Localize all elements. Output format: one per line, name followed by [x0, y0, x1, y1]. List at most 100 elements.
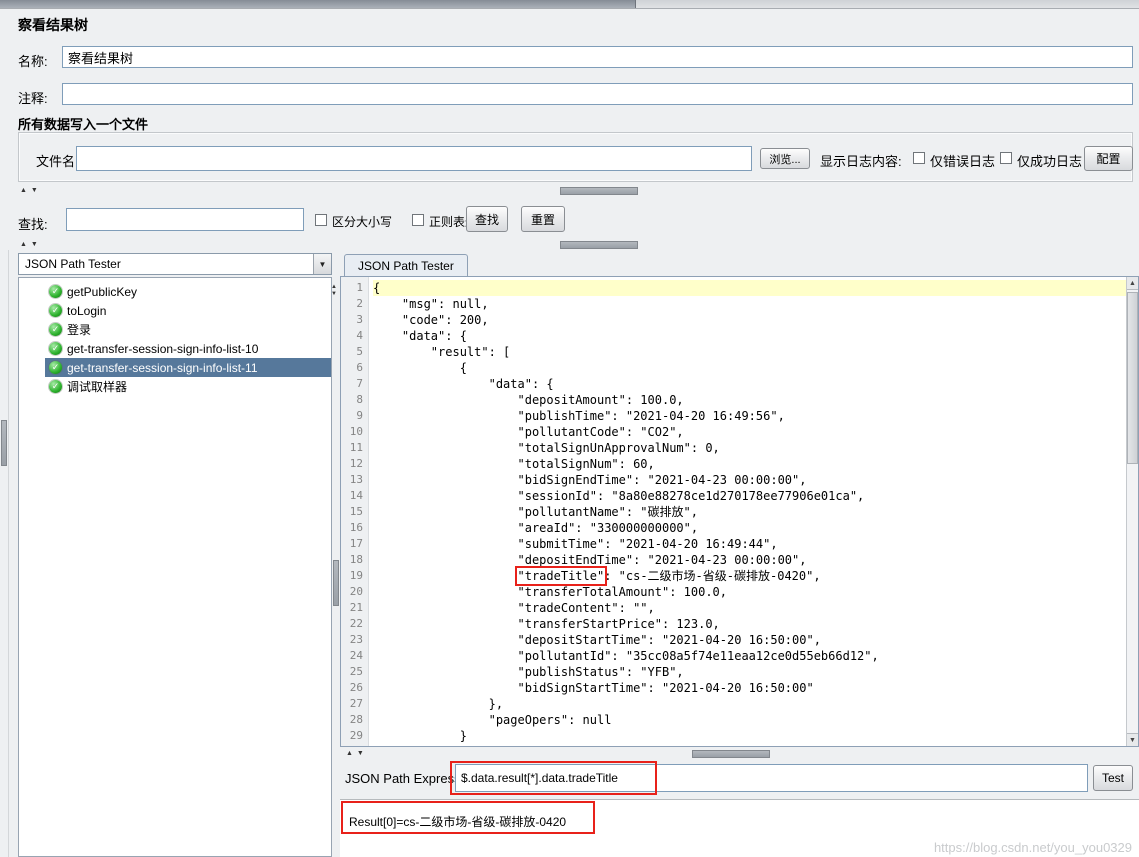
- splitter-collapse-icons[interactable]: ▲ ▼: [20, 241, 39, 248]
- code-line: "submitTime": "2021-04-20 16:49:44",: [373, 537, 778, 551]
- splitter-grip[interactable]: [560, 187, 638, 195]
- code-line: "bidSignEndTime": "2021-04-23 00:00:00",: [373, 473, 807, 487]
- renderer-dropdown[interactable]: JSON Path Tester ▼: [18, 253, 332, 275]
- line-number: 17: [349, 537, 363, 550]
- line-number: 15: [349, 505, 363, 518]
- filename-input[interactable]: [76, 146, 752, 171]
- splitter-vertical-collapse-icons[interactable]: ▲ ▼: [331, 284, 337, 298]
- code-line: "depositStartTime": "2021-04-20 16:50:00…: [373, 633, 821, 647]
- tree-item-label: getPublicKey: [67, 284, 138, 299]
- line-number: 25: [349, 665, 363, 678]
- code-line: "areaId": "330000000000",: [373, 521, 699, 535]
- scroll-up-icon[interactable]: ▲: [1127, 277, 1138, 290]
- splitter-horizontal-3[interactable]: ▲ ▼: [340, 749, 1139, 760]
- line-number: 21: [349, 601, 363, 614]
- regex-checkbox[interactable]: [412, 214, 424, 226]
- code-line: "result": [: [373, 345, 511, 359]
- splitter-grip[interactable]: [1, 420, 7, 466]
- code-line: "sessionId": "8a80e88278ce1d270178ee7790…: [373, 489, 865, 503]
- splitter-grip[interactable]: [560, 241, 638, 249]
- tree-item[interactable]: ✓ get-transfer-session-sign-info-list-11: [45, 358, 331, 377]
- case-sensitive-label: 区分大小写: [332, 215, 393, 229]
- browse-button[interactable]: 浏览...: [760, 148, 810, 169]
- expression-input[interactable]: [455, 764, 1088, 792]
- tree-item-label: get-transfer-session-sign-info-list-11: [67, 360, 258, 375]
- watermark: https://blog.csdn.net/you_you0329: [933, 840, 1132, 855]
- comments-input[interactable]: [62, 83, 1133, 105]
- vertical-scrollbar-thumb[interactable]: [1127, 292, 1138, 464]
- line-number: 19: [349, 569, 363, 582]
- results-tree: ✓ getPublicKey ✓ toLogin ✓ 登录 ✓ get-transfer-se…: [18, 277, 332, 857]
- tree-item[interactable]: ✓ toLogin: [45, 301, 331, 320]
- splitter-collapse-icons[interactable]: ▲ ▼: [20, 187, 39, 194]
- splitter-vertical-grip[interactable]: [333, 560, 339, 606]
- code-line: },: [373, 697, 504, 711]
- line-number: 3: [356, 313, 363, 326]
- chevron-down-icon[interactable]: ▼: [313, 254, 331, 274]
- line-number: 22: [349, 617, 363, 630]
- success-check-icon: ✓: [49, 342, 62, 355]
- tree-item-label: 登录: [67, 323, 92, 337]
- filename-label: 文件名: [36, 154, 76, 169]
- search-input[interactable]: [66, 208, 304, 231]
- code-line: "totalSignNum": 60,: [373, 457, 655, 471]
- line-number: 9: [356, 409, 363, 422]
- tree-item-label: toLogin: [67, 303, 107, 318]
- tree-item[interactable]: ✓ 调试取样器: [45, 377, 331, 396]
- splitter-collapse-icons[interactable]: ▲ ▼: [346, 750, 365, 757]
- write-to-file-title: 所有数据写入一个文件: [18, 117, 149, 132]
- name-input[interactable]: [62, 46, 1133, 68]
- panel-title: 察看结果树: [18, 17, 88, 33]
- code-line: {: [373, 361, 467, 375]
- splitter-horizontal-2[interactable]: ▲ ▼: [0, 240, 1139, 251]
- tree-item[interactable]: ✓ 登录: [45, 320, 331, 339]
- tab-json-path-tester[interactable]: JSON Path Tester: [344, 254, 468, 277]
- success-check-icon: ✓: [49, 361, 62, 374]
- code-line: "tradeTitle": "cs-二级市场-省级-碳排放-0420",: [514, 566, 821, 586]
- horizontal-scrollbar[interactable]: [0, 0, 1139, 9]
- success-check-icon: ✓: [49, 285, 62, 298]
- code-line: "totalSignUnApprovalNum": 0,: [373, 441, 720, 455]
- reset-button[interactable]: 重置: [521, 206, 565, 232]
- code-line: "pollutantId": "35cc08a5f74e11eaa12ce0d5…: [373, 649, 879, 663]
- line-number: 8: [356, 393, 363, 406]
- code-line: "bidSignStartTime": "2021-04-20 16:50:00…: [373, 681, 814, 695]
- horizontal-scrollbar-thumb[interactable]: [0, 0, 636, 8]
- case-sensitive-checkbox[interactable]: [315, 214, 327, 226]
- code-line: "code": 200,: [373, 313, 489, 327]
- code-line: "publishTime": "2021-04-20 16:49:56",: [373, 409, 785, 423]
- splitter-grip[interactable]: [692, 750, 770, 758]
- name-label: 名称:: [18, 54, 48, 69]
- tree-item-label: get-transfer-session-sign-info-list-10: [67, 341, 259, 356]
- success-check-icon: ✓: [49, 304, 62, 317]
- line-number: 27: [349, 697, 363, 710]
- json-code: { "msg": null, "code": 200, "data": { "r…: [369, 277, 1126, 746]
- line-number: 28: [349, 713, 363, 726]
- line-number: 18: [349, 553, 363, 566]
- line-number: 5: [356, 345, 363, 358]
- line-number: 16: [349, 521, 363, 534]
- tree-item[interactable]: ✓ getPublicKey: [45, 282, 331, 301]
- tree-item-label: 调试取样器: [67, 380, 128, 394]
- code-line: }: [373, 729, 467, 743]
- line-number: 2: [356, 297, 363, 310]
- errors-only-checkbox[interactable]: [913, 152, 925, 164]
- log-content-label: 显示日志内容:: [820, 154, 902, 169]
- success-only-label: 仅成功日志: [1017, 154, 1083, 169]
- tree-item[interactable]: ✓ get-transfer-session-sign-info-list-10: [45, 339, 331, 358]
- left-edge-splitter[interactable]: [0, 250, 9, 857]
- json-viewer-pane: 1 2 3 4 5 6 7 8 9 10 11 12 13 14 15 16 17 18 19 20 21 22 23 24 2…: [340, 276, 1139, 747]
- scroll-down-icon[interactable]: ▼: [1127, 733, 1138, 746]
- test-button[interactable]: Test: [1093, 765, 1133, 791]
- code-line: "transferStartPrice": 123.0,: [373, 617, 720, 631]
- line-number: 4: [356, 329, 363, 342]
- splitter-horizontal-1[interactable]: ▲ ▼: [0, 186, 1139, 197]
- line-number: 6: [356, 361, 363, 374]
- code-line: "pollutantName": "碳排放",: [373, 505, 698, 519]
- line-number: 11: [349, 441, 363, 454]
- line-number: 29: [349, 729, 363, 742]
- find-button[interactable]: 查找: [466, 206, 508, 232]
- configure-button[interactable]: 配置: [1084, 146, 1133, 171]
- success-only-checkbox[interactable]: [1000, 152, 1012, 164]
- vertical-scrollbar[interactable]: ▲ ▼: [1126, 277, 1138, 746]
